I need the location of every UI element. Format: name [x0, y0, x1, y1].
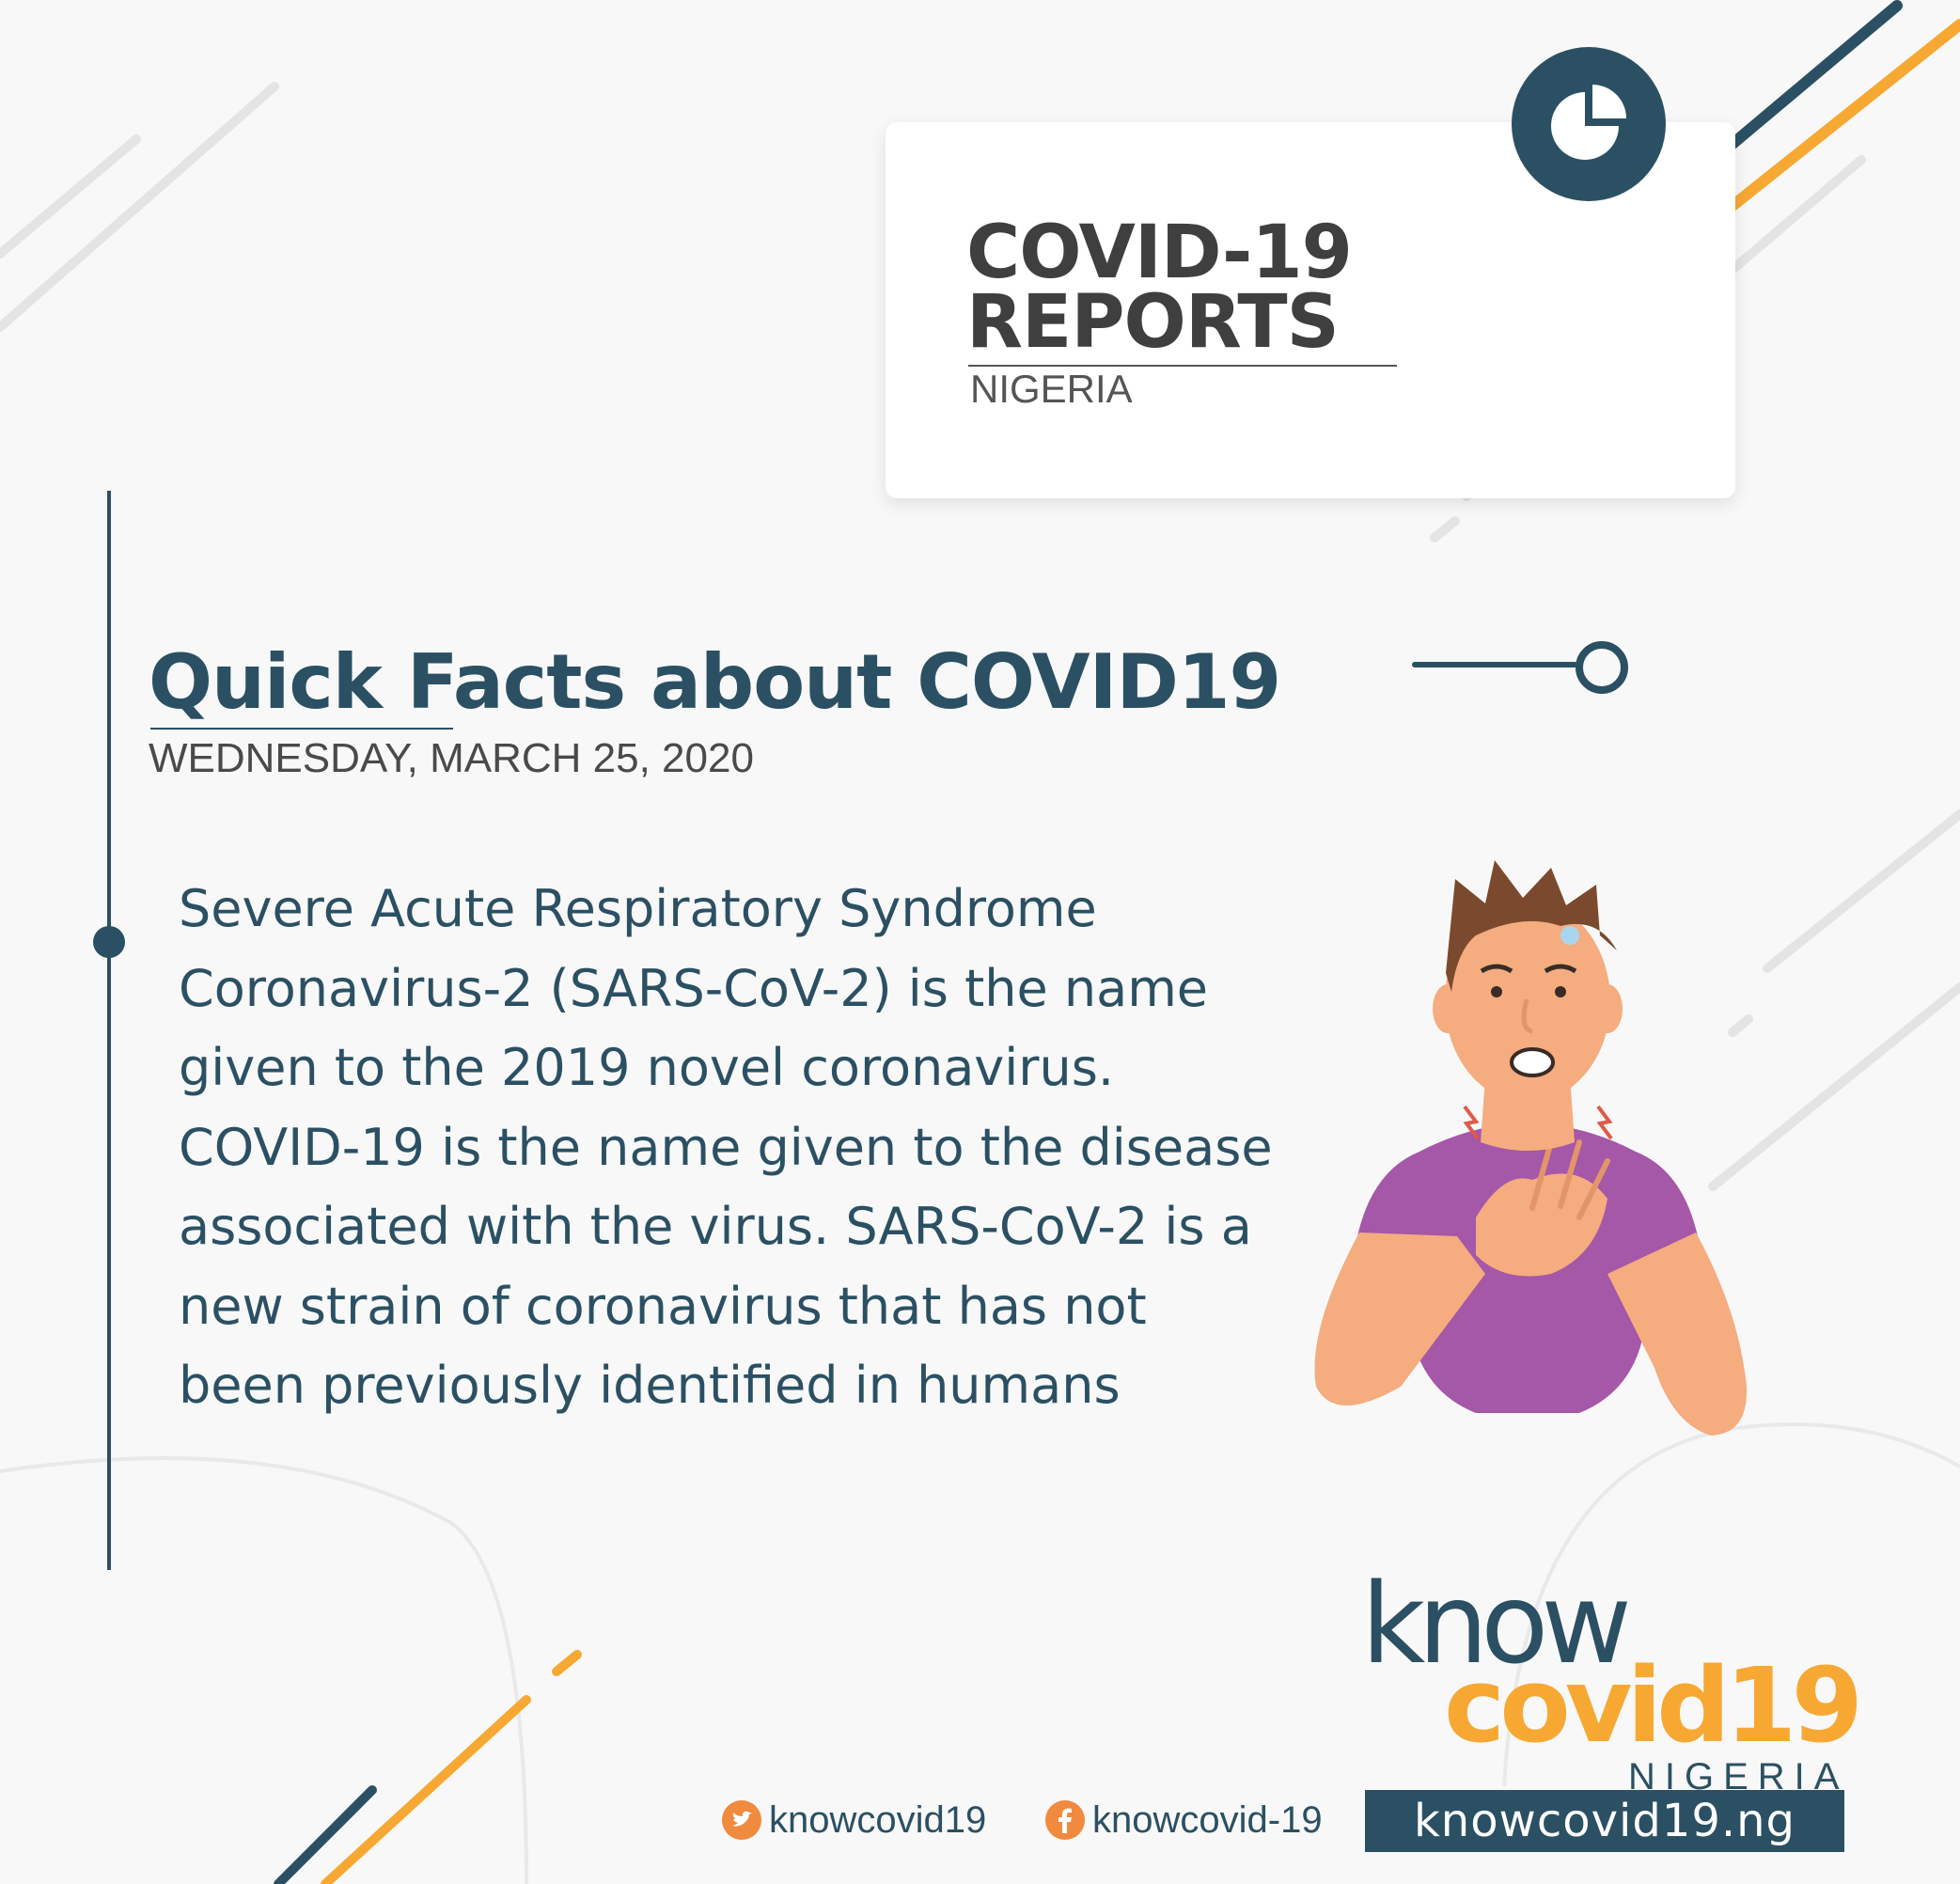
fact-line: given to the 2019 novel coronavirus. [179, 1038, 1114, 1097]
facebook-handle[interactable]: knowcovid-19 [1045, 1794, 1323, 1846]
facebook-icon [1045, 1800, 1085, 1840]
fact-paragraph: Severe Acute Respiratory Syndrome Corona… [179, 870, 1372, 1426]
timeline-line [107, 491, 111, 1570]
facebook-handle-text: knowcovid-19 [1092, 1798, 1323, 1841]
card-title: COVID-19 REPORTS [966, 216, 1353, 359]
sick-man-illustration [1314, 860, 1748, 1436]
card-subtitle: NIGERIA [970, 367, 1133, 411]
twitter-handle[interactable]: knowcovid19 [722, 1794, 986, 1846]
fact-line: been previously identified in humans [179, 1356, 1121, 1415]
page-heading: Quick Facts about COVID19 [149, 638, 1281, 726]
timeline-dot [93, 926, 125, 958]
card-title-line2: REPORTS [966, 280, 1340, 365]
report-date: WEDNESDAY, MARCH 25, 2020 [149, 735, 754, 781]
connector-line [1412, 662, 1577, 667]
pie-chart-icon [1512, 47, 1666, 201]
knowcovid19-logo: know covid19 NIGERIA [1354, 1562, 1863, 1798]
fact-line: Severe Acute Respiratory Syndrome [179, 879, 1097, 938]
logo-covid-text: covid19 [1444, 1645, 1863, 1766]
twitter-icon [722, 1800, 761, 1840]
heading-underline [150, 728, 453, 730]
website-link[interactable]: knowcovid19.ng [1365, 1790, 1844, 1852]
fact-line: COVID-19 is the name given to the diseas… [179, 1117, 1273, 1177]
fact-line: associated with the virus. SARS-CoV-2 is… [179, 1197, 1252, 1256]
connector-ring [1576, 641, 1628, 694]
fact-line: new strain of coronavirus that has not [179, 1276, 1147, 1336]
fact-line: Coronavirus-2 (SARS-CoV-2) is the name [179, 958, 1209, 1018]
twitter-handle-text: knowcovid19 [769, 1798, 987, 1841]
